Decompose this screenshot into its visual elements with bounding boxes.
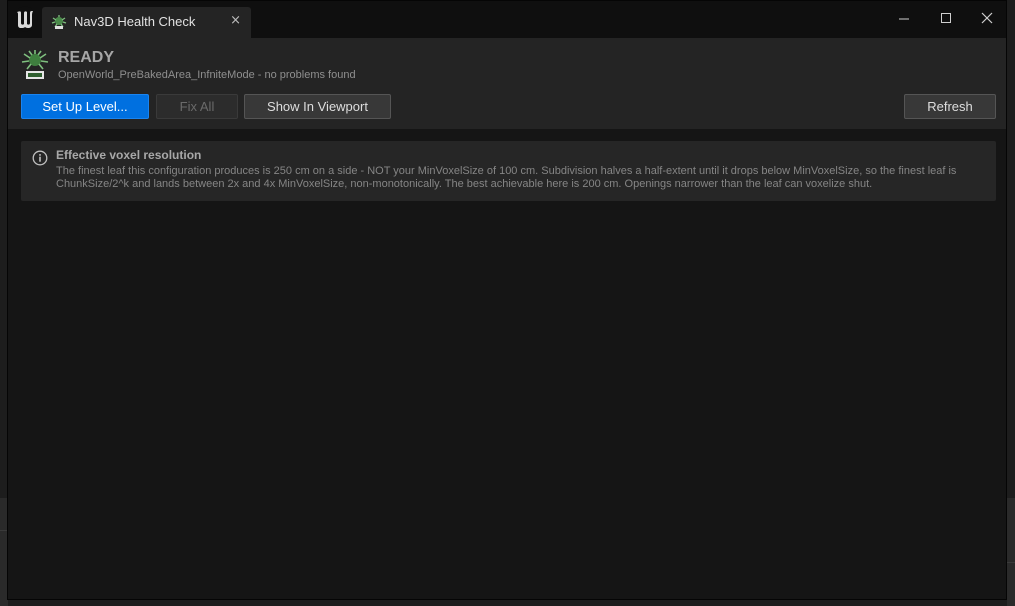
info-icon xyxy=(32,150,48,166)
status-title: READY xyxy=(58,49,115,66)
maximize-icon xyxy=(941,13,951,23)
status-subtitle: OpenWorld_PreBakedArea_InfniteMode - no … xyxy=(58,69,356,81)
fix-all-button[interactable]: Fix All xyxy=(156,94,238,119)
unreal-engine-logo-icon xyxy=(12,6,38,32)
tab-nav3d-health-check[interactable]: Nav3D Health Check × xyxy=(42,7,251,38)
window-titlebar[interactable]: Nav3D Health Check × xyxy=(8,1,1006,38)
background-editor-divider-right xyxy=(1007,562,1015,563)
background-editor-strip-right xyxy=(1007,498,1015,606)
close-icon xyxy=(981,12,993,24)
voxel-resolution-notice: Effective voxel resolution The finest le… xyxy=(21,141,996,201)
minimize-icon xyxy=(899,18,909,20)
maximize-button[interactable] xyxy=(934,8,958,30)
tab-title: Nav3D Health Check xyxy=(74,14,196,29)
notice-title: Effective voxel resolution xyxy=(56,148,202,162)
tab-close-button[interactable]: × xyxy=(230,13,241,28)
refresh-button[interactable]: Refresh xyxy=(904,94,996,119)
health-status-header: READY OpenWorld_PreBakedArea_InfniteMode… xyxy=(8,38,1006,129)
show-in-viewport-button[interactable]: Show In Viewport xyxy=(244,94,391,119)
notice-body: The finest leaf this configuration produ… xyxy=(56,165,957,190)
health-check-window: Nav3D Health Check × READY OpenWorld_Pre… xyxy=(7,0,1007,600)
nav3d-plugin-icon xyxy=(51,15,67,29)
nav3d-plugin-icon xyxy=(21,50,49,79)
minimize-button[interactable] xyxy=(892,8,916,30)
set-up-level-button[interactable]: Set Up Level... xyxy=(21,94,149,119)
window-close-button[interactable] xyxy=(975,8,999,30)
